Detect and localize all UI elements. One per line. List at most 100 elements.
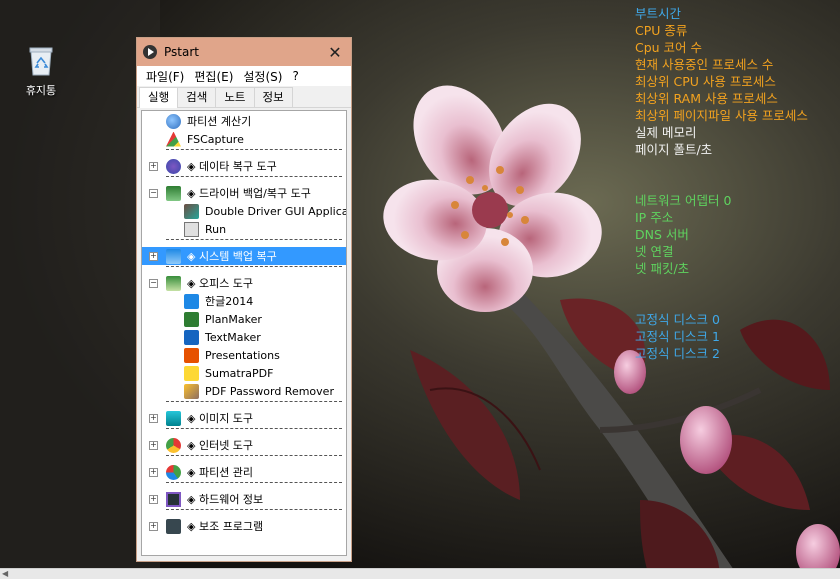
launcher-tree[interactable]: 파티션 계산기 FSCapture + ◈ 데이타 복구 도구 − ◈ 드라이버 백업/복… [141,110,347,556]
tree-group[interactable]: − ◈ 오피스 도구 [142,274,346,292]
sysinfo-line: 넷 연결 [635,244,674,259]
sysinfo-line: 최상위 CPU 사용 프로세스 [635,74,776,89]
tree-label: 파티션 계산기 [187,115,252,128]
sysinfo-line: Cpu 코어 수 [635,40,703,55]
tree-label: ◈ 데이타 복구 도구 [187,160,277,173]
double-driver-icon [184,203,199,219]
tab-search[interactable]: 검색 [177,87,217,107]
sysinfo-line: 고정식 디스크 2 [635,346,720,361]
tree-label: Run [205,222,227,236]
tree-group[interactable]: + ◈ 파티션 관리 [142,463,346,481]
expand-icon[interactable]: + [149,440,158,450]
sysinfo-line: 고정식 디스크 1 [635,329,720,344]
system-backup-icon [166,248,181,264]
tree-group[interactable]: + ◈ 데이타 복구 도구 [142,157,346,175]
tree-item[interactable]: TextMaker [142,328,346,346]
tree-label: ◈ 보조 프로그램 [187,520,264,533]
tree-item[interactable]: Presentations [142,346,346,364]
close-button[interactable]: ✕ [325,43,345,62]
group-separator [166,428,342,429]
partition-calc-icon [166,113,181,129]
tree-label: ◈ 오피스 도구 [187,277,254,290]
sysinfo-overlay: 부트시간 CPU 종류 Cpu 코어 수현재 사용중인 프로세스 수최상위 CPU … [635,5,808,362]
recycle-bin[interactable]: 휴지통 [14,45,68,98]
tree-label: Presentations [205,348,280,362]
tab-notes[interactable]: 노트 [215,87,255,107]
expand-icon[interactable]: + [149,521,158,531]
sysinfo-line: 최상위 페이지파일 사용 프로세스 [635,108,808,123]
tree-item[interactable]: Run [142,220,346,238]
tree-label: ◈ 인터넷 도구 [187,439,254,452]
tree-label: Double Driver GUI Applica... [205,204,347,218]
expand-icon[interactable]: + [149,251,158,261]
group-separator [166,239,342,240]
scroll-left-arrow-icon[interactable]: ◀ [2,569,8,579]
tree-label: PlanMaker [205,312,262,326]
menu-edit[interactable]: 편집(E) [189,68,238,85]
group-separator [166,149,342,150]
tree-label: 한글2014 [205,295,254,308]
expand-icon[interactable]: + [149,413,158,423]
collapse-icon[interactable]: − [149,188,158,198]
group-separator [166,482,342,483]
sysinfo-line: CPU 종류 [635,23,688,38]
menu-settings[interactable]: 설정(S) [238,68,287,85]
tab-strip: 실행 검색 노트 정보 [137,87,351,108]
group-separator [166,176,342,177]
tree-group[interactable]: + ◈ 이미지 도구 [142,409,346,427]
sysinfo-line [635,158,808,175]
tree-label: PDF Password Remover [205,384,334,398]
sysinfo-line: 네트워크 어뎁터 0 [635,193,732,208]
tree-label: ◈ 드라이버 백업/복구 도구 [187,187,311,200]
hardware-info-icon [166,491,181,507]
tab-info[interactable]: 정보 [253,87,293,107]
tree-group[interactable]: + ◈ 시스템 백업 복구 [142,247,346,265]
tab-run[interactable]: 실행 [139,87,179,108]
menu-file[interactable]: 파일(F) [141,68,189,85]
tree-item[interactable]: 파티션 계산기 [142,112,346,130]
pstart-window: Pstart ✕ 파일(F) 편집(E) 설정(S) ? 실행 검색 노트 정보… [136,37,352,562]
tree-item[interactable]: PlanMaker [142,310,346,328]
data-recovery-icon [166,158,181,174]
tree-label: SumatraPDF [205,366,274,380]
group-separator [166,266,342,267]
tree-item[interactable]: 한글2014 [142,292,346,310]
expand-icon[interactable]: + [149,494,158,504]
partition-manager-icon [166,464,181,480]
sysinfo-line: 부트시간 [635,6,682,21]
tree-item[interactable]: FSCapture [142,130,346,148]
menu-help[interactable]: ? [287,69,303,83]
group-separator [166,509,342,510]
tree-item[interactable]: PDF Password Remover [142,382,346,400]
group-separator [166,455,342,456]
tree-label: TextMaker [205,330,261,344]
fscapture-icon [166,131,181,147]
group-separator [166,401,342,402]
collapse-icon[interactable]: − [149,278,158,288]
tree-label: FSCapture [187,132,244,146]
title-bar[interactable]: Pstart ✕ [137,38,351,66]
sysinfo-line: 현재 사용중인 프로세스 수 [635,57,774,72]
tree-label: ◈ 하드웨어 정보 [187,493,264,506]
desktop-scrollbar[interactable]: ◀ [0,568,840,579]
tree-group[interactable]: + ◈ 하드웨어 정보 [142,490,346,508]
sysinfo-line: 넷 패킷/초 [635,261,690,276]
driver-backup-icon [166,185,181,201]
sumatrapdf-icon [184,365,199,381]
presentations-icon [184,347,199,363]
sysinfo-line [635,294,808,311]
sysinfo-line [635,175,808,192]
office-tools-icon [166,275,181,291]
recycle-bin-label: 휴지통 [25,84,57,97]
planmaker-icon [184,311,199,327]
tree-group[interactable]: + ◈ 인터넷 도구 [142,436,346,454]
tree-group[interactable]: − ◈ 드라이버 백업/복구 도구 [142,184,346,202]
tree-item[interactable]: Double Driver GUI Applica... [142,202,346,220]
tree-item[interactable]: SumatraPDF [142,364,346,382]
expand-icon[interactable]: + [149,467,158,477]
expand-icon[interactable]: + [149,161,158,171]
sysinfo-line: IP 주소 [635,210,674,225]
sysinfo-line: 고정식 디스크 0 [635,312,720,327]
sysinfo-line: 페이지 폴트/초 [635,142,713,157]
tree-group[interactable]: + ◈ 보조 프로그램 [142,517,346,535]
